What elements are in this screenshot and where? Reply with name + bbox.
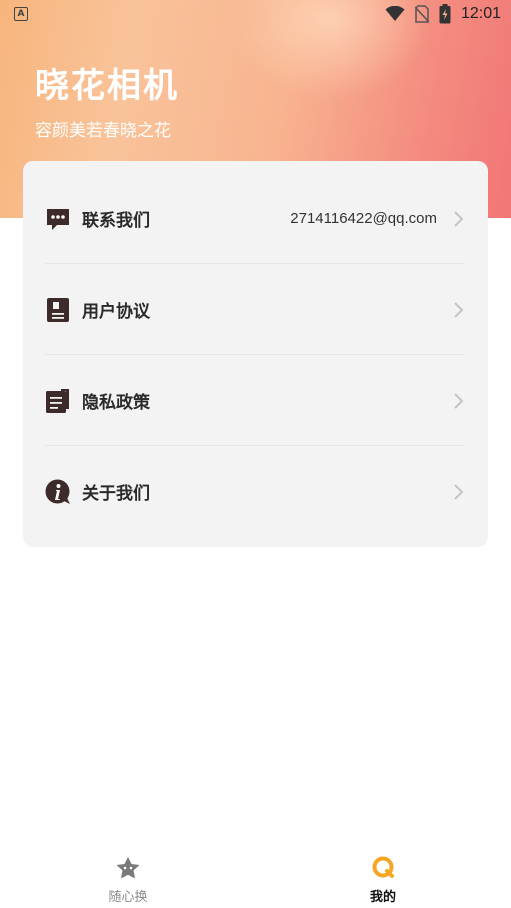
profile-ring-icon	[372, 856, 394, 878]
tab-label: 我的	[369, 890, 396, 905]
contact-email: 2714116422@qq.com	[290, 210, 437, 227]
star-face-icon	[116, 857, 140, 879]
menu-item-label: 联系我们	[82, 211, 150, 231]
menu-item-about[interactable]: 关于我们	[45, 446, 465, 537]
wifi-icon	[385, 6, 405, 21]
tab-label: 随心换	[108, 890, 148, 905]
chevron-right-icon	[454, 301, 464, 318]
app-subtitle: 容颜美若春晓之花	[35, 121, 171, 141]
chevron-right-icon	[454, 210, 464, 227]
message-icon	[45, 206, 71, 232]
battery-charging-icon	[439, 4, 451, 24]
tab-mine[interactable]: 我的	[343, 856, 423, 905]
menu-item-agreement[interactable]: 用户协议	[45, 264, 465, 355]
status-bar: A 12:01	[0, 0, 511, 28]
book-icon	[45, 297, 71, 323]
menu-item-label: 用户协议	[82, 302, 150, 322]
menu-item-label: 关于我们	[82, 484, 150, 504]
chevron-right-icon	[454, 483, 464, 500]
tab-random-swap[interactable]: 随心换	[88, 856, 168, 905]
menu-item-label: 隐私政策	[82, 393, 150, 413]
accessibility-badge-icon: A	[14, 7, 28, 21]
document-icon	[45, 388, 71, 414]
no-sim-icon	[414, 5, 429, 23]
bottom-tab-bar: 随心换 我的	[0, 850, 511, 908]
settings-card: 联系我们 2714116422@qq.com 用户协议 隐私政策 关于我们	[23, 161, 488, 547]
menu-item-contact[interactable]: 联系我们 2714116422@qq.com	[45, 173, 465, 264]
info-icon	[45, 479, 71, 505]
menu-item-privacy[interactable]: 隐私政策	[45, 355, 465, 446]
app-title: 晓花相机	[35, 66, 179, 106]
chevron-right-icon	[454, 392, 464, 409]
status-time: 12:01	[460, 5, 501, 22]
